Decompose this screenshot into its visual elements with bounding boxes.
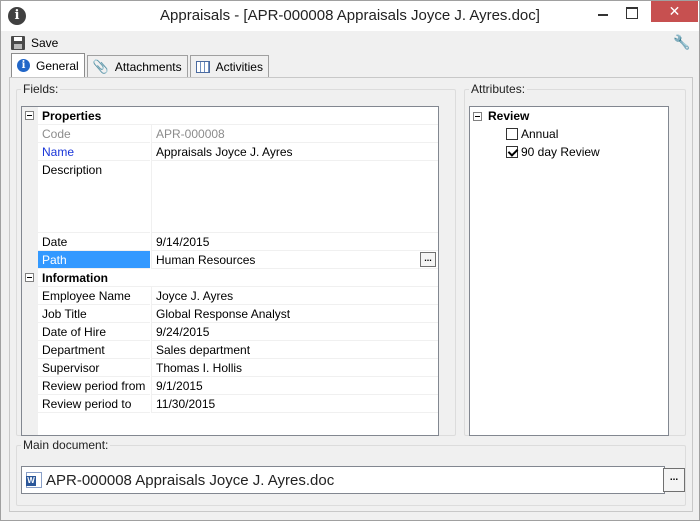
row-department[interactable]: Department Sales department (22, 341, 438, 359)
category-information[interactable]: Information (22, 269, 438, 287)
field-label: Review period from (38, 377, 150, 395)
info-icon: i (17, 59, 30, 72)
row-employee-name[interactable]: Employee Name Joyce J. Ayres (22, 287, 438, 305)
field-label: Employee Name (38, 287, 150, 305)
tree-item-90-day-review[interactable]: 90 day Review (506, 143, 600, 161)
field-label: Date (38, 233, 150, 251)
field-label: Description (38, 161, 150, 233)
description-field[interactable] (151, 161, 438, 233)
minimize-button[interactable] (589, 1, 617, 23)
row-review-from[interactable]: Review period from 9/1/2015 (22, 377, 438, 395)
close-button[interactable]: ✕ (651, 1, 698, 22)
fields-legend: Fields: (23, 82, 59, 96)
field-label: Department (38, 341, 150, 359)
property-grid: Properties Code APR-000008 Name Appraisa… (21, 106, 439, 436)
job-title-field[interactable]: Global Response Analyst (151, 305, 438, 323)
date-field[interactable]: 9/14/2015 (151, 233, 438, 251)
maximize-button[interactable] (617, 1, 645, 23)
category-label: Properties (38, 107, 438, 125)
collapse-icon[interactable] (25, 273, 34, 282)
tab-label: Activities (215, 59, 263, 74)
row-supervisor[interactable]: Supervisor Thomas I. Hollis (22, 359, 438, 377)
category-label: Information (38, 269, 438, 287)
tab-attachments[interactable]: 📎 Attachments (86, 55, 188, 77)
tab-activities[interactable]: Activities (189, 55, 269, 77)
collapse-icon[interactable] (25, 111, 34, 120)
save-button[interactable]: Save (11, 34, 58, 52)
attributes-tree: Review Annual 90 day Review (469, 106, 669, 436)
general-tab-content: Fields: Properties Code APR-000008 Name … (9, 77, 693, 512)
employee-name-field[interactable]: Joyce J. Ayres (151, 287, 438, 305)
main-document-group: Main document: APR-000008 Appraisals Joy… (16, 438, 686, 506)
row-name[interactable]: Name Appraisals Joyce J. Ayres (22, 143, 438, 161)
document-file-name: APR-000008 Appraisals Joyce J. Ayres.doc (46, 471, 335, 489)
field-value: APR-000008 (151, 125, 438, 143)
row-review-to[interactable]: Review period to 11/30/2015 (22, 395, 438, 413)
main-document-field[interactable]: APR-000008 Appraisals Joyce J. Ayres.doc (21, 466, 665, 494)
wrench-icon[interactable]: 🔧 (673, 34, 690, 51)
tree-item-label: 90 day Review (521, 145, 600, 159)
attributes-legend: Attributes: (471, 82, 526, 96)
tree-group-review[interactable]: Review (473, 107, 529, 125)
document-browse-button[interactable]: ... (663, 468, 685, 492)
tab-label: General (36, 58, 79, 73)
field-label: Date of Hire (38, 323, 150, 341)
date-of-hire-field[interactable]: 9/24/2015 (151, 323, 438, 341)
category-properties[interactable]: Properties (22, 107, 438, 125)
row-job-title[interactable]: Job Title Global Response Analyst (22, 305, 438, 323)
review-to-field[interactable]: 11/30/2015 (151, 395, 438, 413)
annual-checkbox[interactable] (506, 128, 518, 140)
field-label: Job Title (38, 305, 150, 323)
word-document-icon (26, 472, 42, 488)
row-date-of-hire[interactable]: Date of Hire 9/24/2015 (22, 323, 438, 341)
tab-label: Attachments (114, 59, 182, 74)
appraisal-window: i Appraisals - [APR-000008 Appraisals Jo… (0, 0, 700, 521)
path-browse-button[interactable]: ... (420, 252, 436, 267)
calendar-icon (195, 60, 210, 73)
name-field[interactable]: Appraisals Joyce J. Ayres (151, 143, 438, 161)
field-label: Code (38, 125, 150, 143)
main-document-legend: Main document: (23, 438, 109, 452)
fields-group: Fields: Properties Code APR-000008 Name … (16, 82, 456, 436)
save-label: Save (31, 36, 59, 50)
ninety-day-review-checkbox[interactable] (506, 146, 518, 158)
paperclip-icon: 📎 (92, 58, 109, 74)
path-field[interactable]: Human Resources (151, 251, 438, 269)
save-icon (11, 36, 25, 50)
field-label: Name (38, 143, 150, 161)
review-from-field[interactable]: 9/1/2015 (151, 377, 438, 395)
field-label: Review period to (38, 395, 150, 413)
collapse-icon[interactable] (473, 111, 482, 121)
row-date[interactable]: Date 9/14/2015 (22, 233, 438, 251)
department-field[interactable]: Sales department (151, 341, 438, 359)
tree-group-label: Review (488, 109, 530, 123)
row-description[interactable]: Description (22, 161, 438, 233)
tree-item-annual[interactable]: Annual (506, 125, 558, 143)
tree-item-label: Annual (521, 127, 559, 141)
attributes-group: Attributes: Review Annual 90 day Review (464, 82, 686, 436)
field-label: Path (38, 251, 150, 269)
tab-general[interactable]: i General (11, 53, 85, 77)
field-label: Supervisor (38, 359, 150, 377)
row-path[interactable]: Path Human Resources ... (22, 251, 438, 269)
title-bar: i Appraisals - [APR-000008 Appraisals Jo… (1, 1, 699, 31)
supervisor-field[interactable]: Thomas I. Hollis (151, 359, 438, 377)
row-code[interactable]: Code APR-000008 (22, 125, 438, 143)
tab-strip: i General 📎 Attachments Activities (11, 53, 271, 77)
toolbar: Save 🔧 (1, 31, 699, 55)
